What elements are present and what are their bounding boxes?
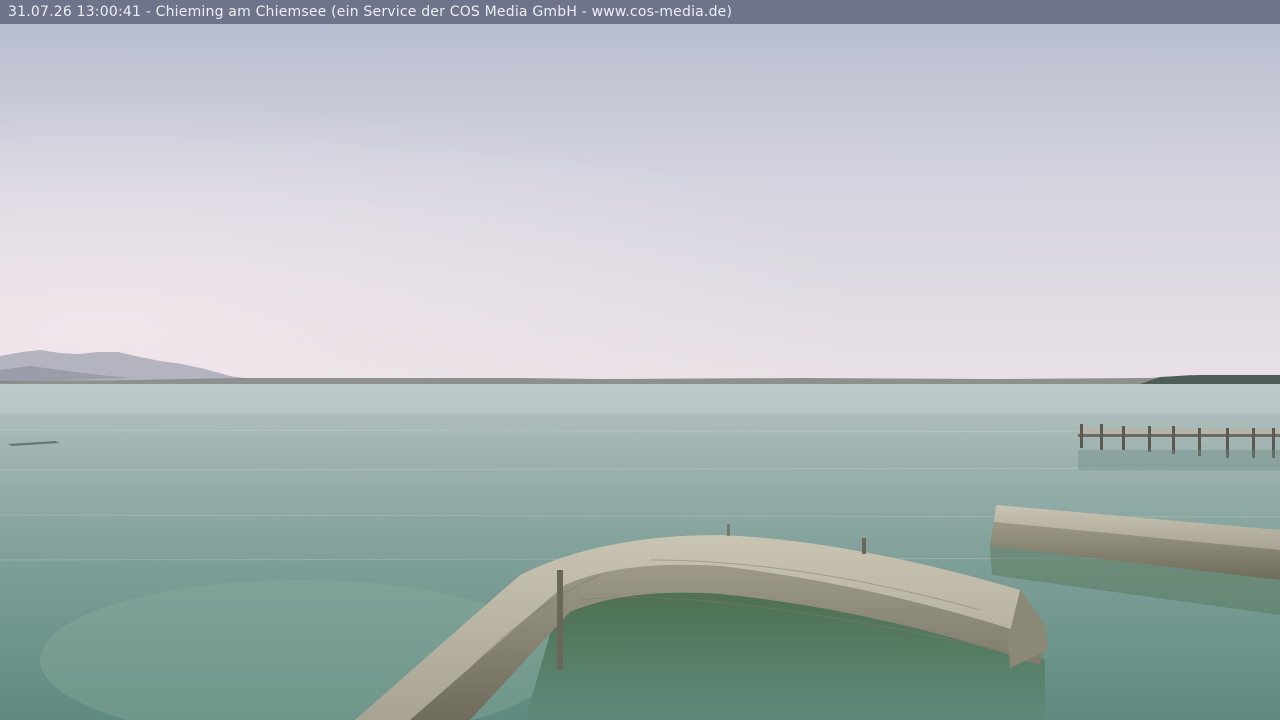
lake-scene [0,0,1280,720]
webcam-caption-bar: 31.07.26 13:00:41 - Chieming am Chiemsee… [0,0,1280,24]
webcam-frame: 31.07.26 13:00:41 - Chieming am Chiemsee… [0,0,1280,720]
webcam-caption: 31.07.26 13:00:41 - Chieming am Chiemsee… [8,4,733,20]
